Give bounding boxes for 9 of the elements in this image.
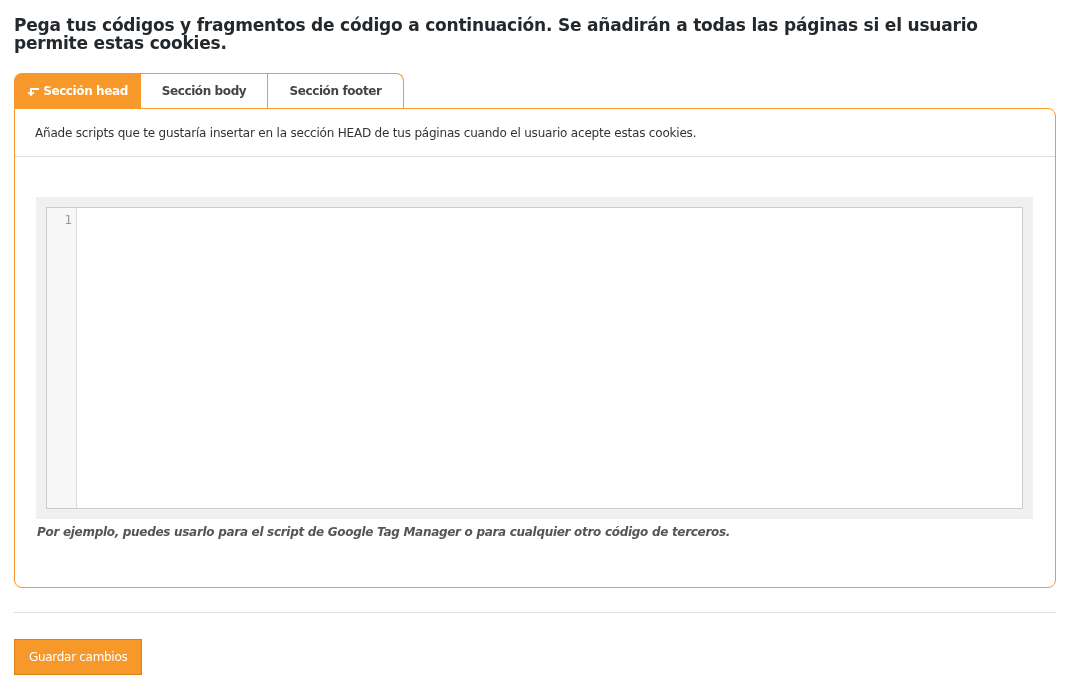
line-number: 1 xyxy=(64,212,72,227)
save-button[interactable]: Guardar cambios xyxy=(14,639,143,675)
code-editor[interactable]: 1 xyxy=(46,207,1023,509)
page-heading: Pega tus códigos y fragmentos de código a continuación. Se añadirán a todas las páginas si el usuario permite estas cookies. xyxy=(14,16,979,52)
section-tab[interactable]: Sección footer xyxy=(268,73,404,108)
hint-text: Por ejemplo, puedes usarlo para el script de Google Tag Manager o para cualquier otro código de terceros. xyxy=(37,525,732,539)
section-tab[interactable]: Sección head xyxy=(14,73,141,108)
section-tab[interactable]: Sección body xyxy=(141,73,268,108)
section-description: Añade scripts que te gustaría insertar en la sección HEAD de tus páginas cuando el usuario acepte estas cookies. xyxy=(15,109,1055,157)
